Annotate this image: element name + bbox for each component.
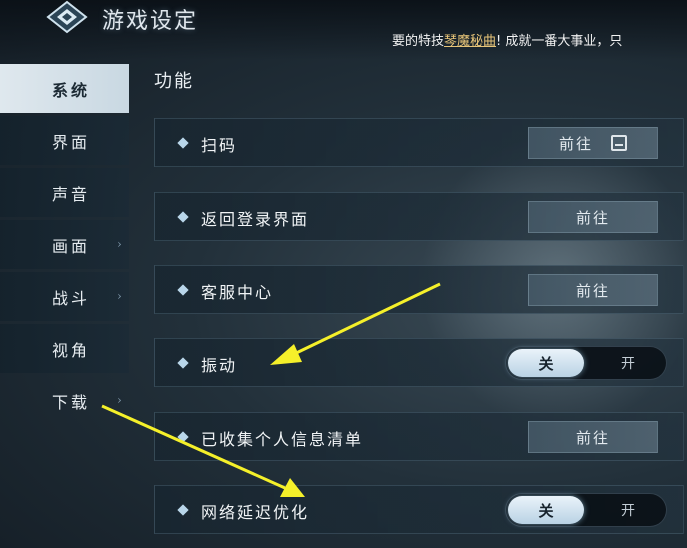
setting-label: 已收集个人信息清单 xyxy=(201,430,364,449)
ticker-highlight-link[interactable]: 琴魔秘曲 xyxy=(444,34,496,49)
sidebar-item-system[interactable]: 系统 xyxy=(0,64,129,113)
bullet-diamond-icon xyxy=(177,137,189,149)
setting-label: 网络延迟优化 xyxy=(201,503,310,522)
button-label: 前往 xyxy=(575,428,610,447)
vibration-toggle[interactable]: 关 开 xyxy=(505,346,667,380)
sidebar-item-download[interactable]: 下载 › xyxy=(0,376,129,425)
setting-label: 客服中心 xyxy=(201,283,274,302)
setting-row-vibration: 振动 关 开 xyxy=(154,338,684,387)
chevron-right-icon: › xyxy=(117,289,125,303)
button-label: 前往 xyxy=(558,134,593,153)
chevron-right-icon: › xyxy=(117,393,125,407)
network-optimization-toggle[interactable]: 关 开 xyxy=(505,493,667,527)
chevron-right-icon: › xyxy=(117,237,125,251)
sidebar-item-label: 界面 xyxy=(52,132,91,152)
sidebar-item-combat[interactable]: 战斗 › xyxy=(0,272,129,321)
section-title: 功能 xyxy=(154,71,194,92)
sidebar-item-label: 声音 xyxy=(52,184,91,204)
bullet-diamond-icon xyxy=(177,504,189,516)
bullet-diamond-icon xyxy=(177,211,189,223)
scan-goto-button[interactable]: 前往 xyxy=(528,127,658,159)
sidebar-item-label: 战斗 xyxy=(52,288,91,308)
sidebar-item-camera[interactable]: 视角 xyxy=(0,324,129,373)
sidebar-item-label: 画面 xyxy=(52,236,91,256)
toggle-off-option[interactable]: 关 xyxy=(508,349,584,377)
toggle-on-option[interactable]: 开 xyxy=(590,349,666,377)
setting-row-privacy-list: 已收集个人信息清单 前往 xyxy=(154,412,684,461)
privacy-list-goto-button[interactable]: 前往 xyxy=(528,421,658,453)
return-login-goto-button[interactable]: 前往 xyxy=(528,201,658,233)
setting-row-customer-service: 客服中心 前往 xyxy=(154,265,684,314)
setting-label: 扫码 xyxy=(201,136,238,155)
sidebar-item-label: 下载 xyxy=(52,392,91,412)
customer-service-goto-button[interactable]: 前往 xyxy=(528,274,658,306)
bullet-diamond-icon xyxy=(177,284,189,296)
sidebar-item-interface[interactable]: 界面 xyxy=(0,116,129,165)
news-ticker: 要的特技琴魔秘曲! 成就一番大事业，只 xyxy=(392,30,687,54)
setting-label: 振动 xyxy=(201,356,238,375)
sidebar-item-graphics[interactable]: 画面 › xyxy=(0,220,129,269)
setting-row-return-login: 返回登录界面 前往 xyxy=(154,192,684,241)
sidebar-item-label: 视角 xyxy=(52,340,91,360)
toggle-on-option[interactable]: 开 xyxy=(590,496,666,524)
sidebar-item-label: 系统 xyxy=(52,80,91,100)
setting-row-network-optimization: 网络延迟优化 关 开 xyxy=(154,485,684,534)
toggle-off-option[interactable]: 关 xyxy=(508,496,584,524)
ticker-text-before: 要的特技 xyxy=(392,34,445,49)
page-title: 游戏设定 xyxy=(102,9,199,34)
bullet-diamond-icon xyxy=(177,357,189,369)
ticker-text-after: ! 成就一番大事业，只 xyxy=(496,34,623,49)
bullet-diamond-icon xyxy=(177,431,189,443)
setting-row-scan: 扫码 前往 xyxy=(154,118,684,167)
button-label: 前往 xyxy=(575,208,610,227)
qr-scan-icon xyxy=(611,135,627,151)
button-label: 前往 xyxy=(575,281,610,300)
sidebar-item-sound[interactable]: 声音 xyxy=(0,168,129,217)
settings-sidebar: 系统 界面 声音 画面 › 战斗 › 视角 下载 › xyxy=(0,64,131,428)
diamond-emblem-icon xyxy=(46,0,88,34)
setting-label: 返回登录界面 xyxy=(201,210,310,229)
